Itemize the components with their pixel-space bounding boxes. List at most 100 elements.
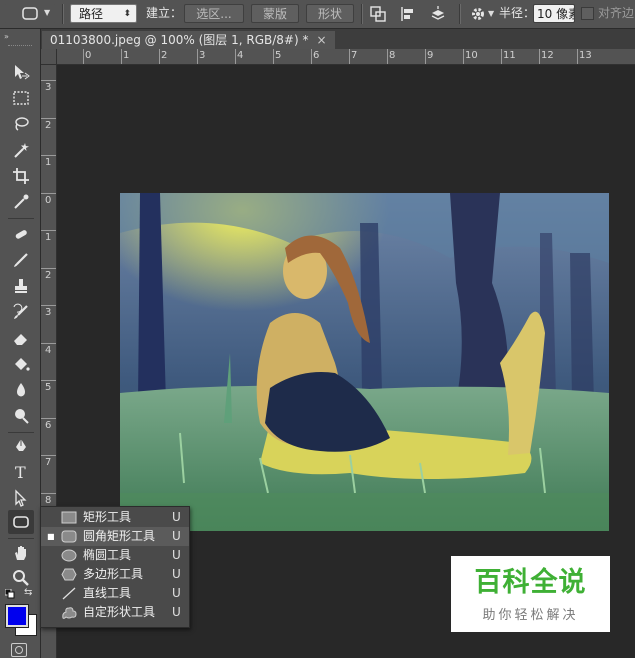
crop-tool-icon[interactable]: [8, 164, 34, 188]
flyout-item-label: 椭圆工具: [83, 548, 132, 562]
rounded-rectangle-tool-icon[interactable]: [8, 510, 34, 534]
ruler-tick-label: 7: [351, 50, 358, 61]
select-arrows-icon: ⬍: [123, 9, 131, 19]
rectangle-icon: [61, 511, 77, 524]
eyedropper-icon[interactable]: [8, 190, 34, 214]
horizontal-ruler: 1012345678910111213: [41, 49, 635, 65]
build-label: 建立：: [146, 6, 183, 20]
collapse-panel-icon[interactable]: »: [4, 32, 9, 41]
hand-tool-icon[interactable]: [8, 541, 34, 565]
line-icon: [62, 587, 76, 600]
flyout-item-label: 自定形状工具: [83, 605, 156, 619]
history-brush-icon[interactable]: [8, 300, 34, 324]
align-edges-label: 对齐边: [598, 6, 635, 20]
flyout-item-ellipse[interactable]: 椭圆工具 U: [41, 546, 189, 565]
mode-select[interactable]: 路径 ⬍: [70, 4, 137, 23]
make-shape-button[interactable]: 形状: [306, 4, 354, 23]
make-mask-button[interactable]: 蒙版: [251, 4, 299, 23]
ruler-tick-label: 6: [45, 419, 52, 431]
ruler-tick-label: 2: [45, 269, 52, 281]
eraser-icon[interactable]: [8, 326, 34, 350]
type-tool-icon[interactable]: T: [8, 460, 34, 484]
ruler-tick-label: 11: [503, 50, 516, 61]
radius-input[interactable]: 10 像素: [533, 4, 575, 23]
rounded-rectangle-icon: [61, 530, 77, 543]
mode-select-value: 路径: [79, 7, 104, 21]
ruler-tick-label: 3: [45, 307, 52, 318]
close-icon[interactable]: ×: [316, 33, 326, 47]
lasso-tool-icon[interactable]: [8, 112, 34, 136]
canvas-image[interactable]: [120, 193, 609, 531]
gear-icon[interactable]: [469, 5, 487, 23]
flyout-item-label: 矩形工具: [83, 510, 132, 524]
radius-value: 10 像素: [537, 7, 574, 21]
swap-colors-icon[interactable]: ⇆: [24, 587, 32, 598]
panel-grip[interactable]: [8, 45, 32, 48]
magic-wand-icon[interactable]: [8, 138, 34, 162]
flyout-item-shortcut: U: [172, 548, 181, 562]
ruler-tick-label: 1: [45, 232, 52, 243]
flyout-item-rounded-rectangle[interactable]: ■ 圆角矩形工具 U: [41, 527, 189, 546]
flyout-item-shortcut: U: [172, 567, 181, 581]
path-arrangement-icon[interactable]: [429, 5, 447, 23]
ruler-tick-label: 5: [45, 382, 52, 393]
watermark-title: 百科全说: [474, 567, 587, 598]
ruler-tick-label: 0: [85, 50, 92, 61]
flyout-item-line[interactable]: 直线工具 U: [41, 584, 189, 603]
ruler-tick-label: 2: [161, 50, 168, 61]
paint-bucket-icon[interactable]: [8, 352, 34, 376]
flyout-item-polygon[interactable]: 多边形工具 U: [41, 565, 189, 584]
ruler-tick-label: 8: [45, 494, 52, 506]
ellipse-icon: [61, 549, 77, 562]
custom-shape-icon: [62, 607, 77, 619]
flyout-item-custom-shape[interactable]: 自定形状工具 U: [41, 603, 189, 622]
clone-stamp-icon[interactable]: [8, 274, 34, 298]
ruler-tick-label: 9: [427, 50, 434, 61]
default-colors-icon[interactable]: [4, 588, 15, 599]
flyout-item-label: 直线工具: [83, 586, 132, 600]
ruler-tick-label: 1: [123, 50, 130, 61]
ruler-tick-label: 3: [45, 82, 52, 93]
move-tool-icon[interactable]: [8, 60, 34, 84]
dodge-tool-icon[interactable]: [8, 404, 34, 428]
flyout-item-label: 多边形工具: [83, 567, 144, 581]
flyout-item-rectangle[interactable]: 矩形工具 U: [41, 508, 189, 527]
document-tab-title: 01103800.jpeg @ 100% (图层 1, RGB/8#) *: [50, 33, 309, 47]
healing-brush-icon[interactable]: [8, 222, 34, 246]
flyout-item-shortcut: U: [172, 586, 181, 600]
path-operations-icon[interactable]: [369, 5, 387, 23]
shape-tools-flyout: 矩形工具 U ■ 圆角矩形工具 U 椭圆工具 U 多边形工具 U 直线工具 U …: [40, 506, 190, 628]
svg-text:T: T: [15, 463, 26, 481]
ruler-tick-label: 1: [45, 157, 52, 168]
ruler-tick-label: 10: [465, 50, 478, 61]
tools-panel: » T ⇆: [0, 29, 41, 658]
marquee-tool-icon[interactable]: [8, 86, 34, 110]
path-selection-icon[interactable]: [8, 486, 34, 510]
ruler-tick-label: 0: [45, 194, 52, 206]
ruler-tick-label: 7: [45, 457, 52, 468]
brush-tool-icon[interactable]: [8, 248, 34, 272]
ruler-tick-label: 2: [45, 119, 52, 131]
chevron-down-icon: ▼: [44, 8, 51, 17]
ruler-tick-label: 13: [579, 50, 592, 61]
document-tab[interactable]: 01103800.jpeg @ 100% (图层 1, RGB/8#) * ×: [42, 31, 335, 49]
ruler-tick-label: 8: [389, 50, 396, 61]
chevron-down-icon: ▼: [488, 9, 495, 18]
options-bar: ▼ 路径 ⬍ 建立： 选区... 蒙版 形状 ▼ 半径： 10 像素 对齐边: [0, 0, 635, 29]
pen-tool-icon[interactable]: [8, 434, 34, 458]
foreground-color-swatch[interactable]: [6, 605, 28, 627]
rounded-rectangle-icon: [22, 7, 38, 20]
ruler-tick-label: 3: [199, 50, 206, 61]
ruler-origin[interactable]: [41, 49, 57, 65]
document-tab-bar: 01103800.jpeg @ 100% (图层 1, RGB/8#) * ×: [0, 29, 635, 49]
flyout-item-shortcut: U: [172, 529, 181, 543]
path-alignment-icon[interactable]: [399, 5, 417, 23]
align-edges-checkbox[interactable]: [581, 7, 594, 20]
ruler-tick-label: 4: [237, 50, 244, 61]
ruler-tick-label: 4: [45, 344, 52, 356]
tool-preset-picker[interactable]: ▼: [4, 4, 56, 23]
quick-mask-icon[interactable]: [11, 643, 27, 657]
blur-tool-icon[interactable]: [8, 378, 34, 402]
make-selection-button[interactable]: 选区...: [184, 4, 244, 23]
ruler-tick-label: 12: [541, 50, 554, 61]
